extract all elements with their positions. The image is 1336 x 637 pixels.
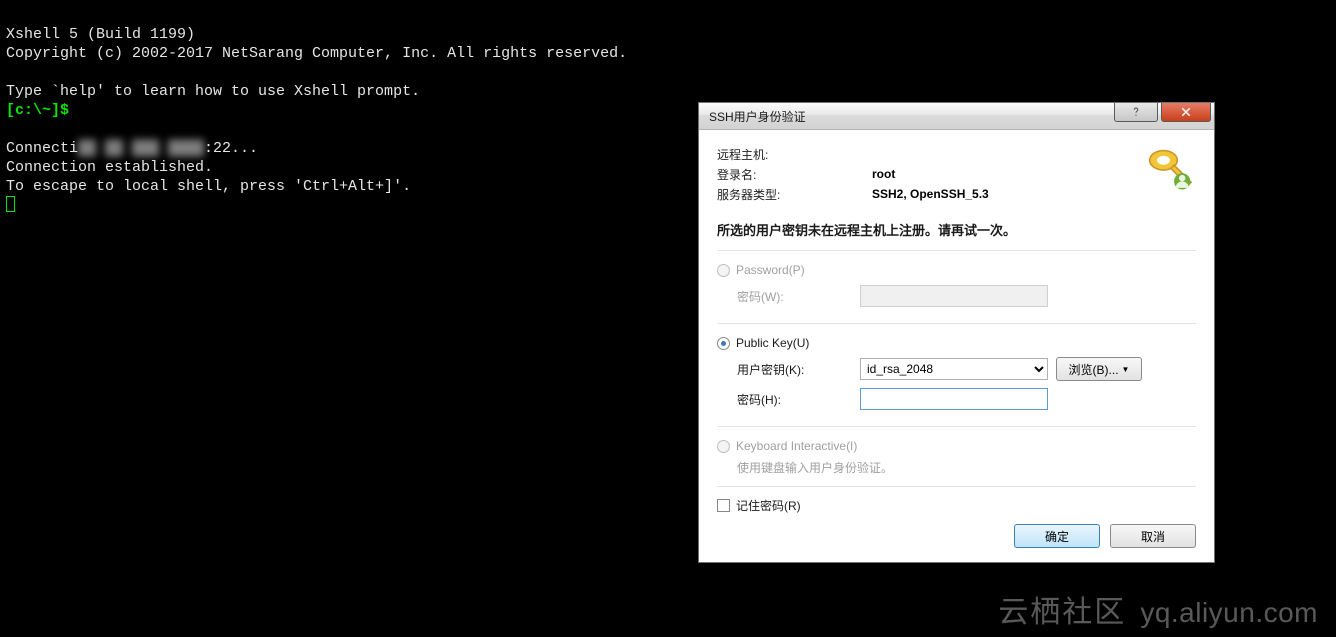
keyboard-interactive-radio[interactable] [717,440,730,453]
publickey-radio-label: Public Key(U) [736,336,809,350]
close-icon [1180,106,1192,118]
term-line: Connecti██ ██ ███ ████:22... [6,140,258,157]
help-button[interactable] [1114,103,1158,122]
login-name-label: 登录名: [717,166,872,183]
term-line: Type `help' to learn how to use Xshell p… [6,83,420,100]
watermark-cn: 云栖社区 [998,587,1126,631]
publickey-radio[interactable] [717,337,730,350]
passphrase-label: 密码(H): [737,391,852,408]
dialog-title: SSH用户身份验证 [709,108,806,125]
close-button[interactable] [1161,103,1211,122]
userkey-label: 用户密钥(K): [737,361,852,378]
term-line: Copyright (c) 2002-2017 NetSarang Comput… [6,45,627,62]
password-input [860,285,1048,307]
cancel-button[interactable]: 取消 [1110,524,1196,548]
shell-prompt[interactable]: [c:\~]$ [6,102,69,119]
browse-button[interactable]: 浏览(B)...▼ [1056,357,1142,381]
keyboard-interactive-note: 使用键盘输入用户身份验证。 [737,459,1196,476]
keyboard-interactive-radio-label: Keyboard Interactive(I) [736,439,857,453]
terminal-cursor [6,196,15,212]
server-type-label: 服务器类型: [717,186,872,203]
connection-info: 远程主机: 登录名: root 服务器类型: SSH2, OpenSSH_5.3 [717,144,1196,204]
password-radio-label: Password(P) [736,263,805,277]
watermark-en: yq.aliyun.com [1140,597,1318,629]
term-line: Xshell 5 (Build 1199) [6,26,195,43]
error-message: 所选的用户密钥未在远程主机上注册。请再试一次。 [717,214,1196,250]
remote-host-label: 远程主机: [717,146,872,163]
term-line: Connection established. [6,159,213,176]
watermark: 云栖社区 yq.aliyun.com [998,587,1318,631]
password-field-label: 密码(W): [737,288,852,305]
password-group: Password(P) 密码(W): [717,250,1196,323]
server-type-value: SSH2, OpenSSH_5.3 [872,187,989,201]
password-radio[interactable] [717,264,730,277]
remember-password-label: 记住密码(R) [736,497,801,514]
publickey-group: Public Key(U) 用户密钥(K): id_rsa_2048 浏览(B)… [717,323,1196,426]
help-icon [1130,106,1142,118]
dialog-titlebar[interactable]: SSH用户身份验证 [699,103,1214,130]
remember-password-checkbox[interactable] [717,499,730,512]
terminal-output: Xshell 5 (Build 1199) Copyright (c) 2002… [6,6,627,218]
passphrase-input[interactable] [860,388,1048,410]
term-line: To escape to local shell, press 'Ctrl+Al… [6,178,411,195]
dropdown-icon: ▼ [1122,365,1130,374]
userkey-select[interactable]: id_rsa_2048 [860,358,1048,380]
login-name-value: root [872,167,895,181]
key-user-icon [1144,144,1196,196]
ok-button[interactable]: 确定 [1014,524,1100,548]
ssh-auth-dialog: SSH用户身份验证 远程主机: 登录名: root 服务器类型: SSH2, O… [698,102,1215,563]
keyboard-interactive-group: Keyboard Interactive(I) 使用键盘输入用户身份验证。 [717,426,1196,486]
